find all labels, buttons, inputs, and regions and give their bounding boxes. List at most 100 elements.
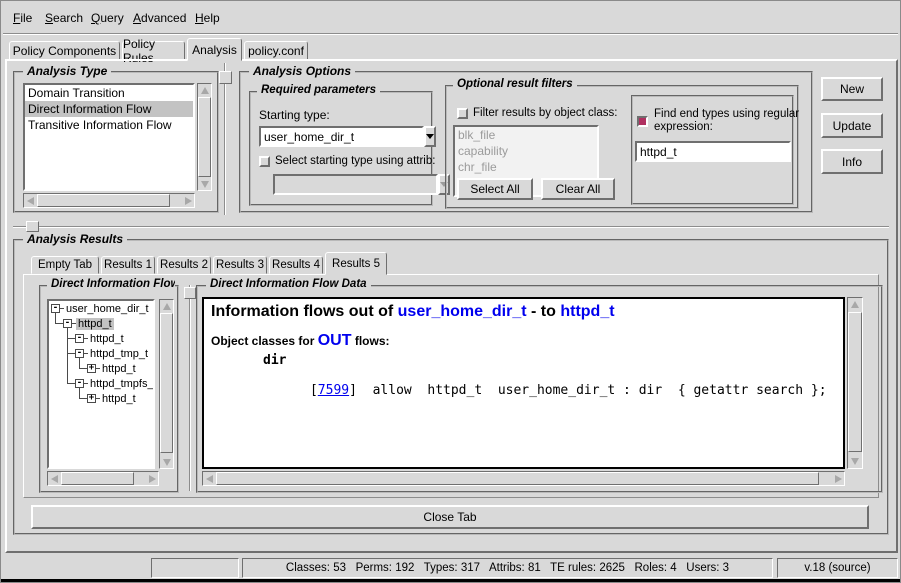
update-button[interactable]: Update (821, 113, 883, 138)
tree-node[interactable]: -httpd_t (67, 331, 126, 346)
scroll-down-icon[interactable] (160, 456, 173, 468)
status-stats: Classes: 53 Perms: 192 Types: 317 Attrib… (242, 558, 773, 578)
optional-filters-legend: Optional result filters (453, 78, 577, 90)
sash-handle[interactable] (26, 221, 39, 232)
tree-expander-icon[interactable]: - (51, 304, 60, 313)
tab-results-2[interactable]: Results 2 (157, 256, 211, 274)
analysis-type-listbox[interactable]: Domain Transition Direct Information Flo… (23, 83, 195, 191)
dropdown-arrow-icon[interactable] (424, 126, 436, 147)
analysis-type-hscrollbar[interactable] (23, 193, 195, 208)
tab-policy-conf[interactable]: policy.conf (244, 41, 308, 60)
checkbox-indicator[interactable] (457, 108, 468, 119)
list-item: capability (455, 143, 597, 159)
clear-all-button[interactable]: Clear All (541, 178, 615, 200)
rule-number-link[interactable]: 7599 (318, 383, 349, 398)
scrollbar-thumb[interactable] (61, 472, 134, 485)
pane-sash[interactable] (224, 63, 226, 215)
analysis-type-legend: Analysis Type (23, 64, 111, 78)
regex-input[interactable] (635, 141, 791, 162)
tree-expander-icon[interactable]: - (63, 319, 72, 328)
sash-handle[interactable] (219, 71, 232, 84)
flow-data-text[interactable]: Information flows out of user_home_dir_t… (202, 297, 845, 469)
tree-node[interactable]: +httpd_t (79, 361, 138, 376)
tree-node[interactable]: -user_home_dir_t (51, 301, 151, 316)
required-parameters-legend: Required parameters (257, 84, 380, 96)
new-button[interactable]: New (821, 77, 883, 101)
attrib-input (273, 174, 438, 195)
scroll-right-icon[interactable] (146, 472, 158, 485)
flow-tree[interactable]: -user_home_dir_t -httpd_t -httpd_t -http… (47, 299, 155, 469)
tree-expander-icon[interactable]: - (75, 349, 84, 358)
tree-expander-icon[interactable]: + (87, 364, 96, 373)
menu-query[interactable]: Query (91, 11, 124, 25)
tab-results-5[interactable]: Results 5 (325, 252, 387, 275)
list-item[interactable]: Domain Transition (25, 85, 193, 101)
scrollbar-thumb[interactable] (198, 97, 211, 177)
starting-type-input[interactable] (259, 126, 424, 147)
tree-vscrollbar[interactable] (159, 299, 174, 469)
sash-handle[interactable] (184, 287, 196, 299)
object-class-label: dir (211, 353, 836, 368)
scrollbar-thumb[interactable] (216, 472, 819, 485)
starting-type-combobox[interactable] (259, 126, 429, 147)
select-all-button[interactable]: Select All (457, 178, 533, 200)
results-sash[interactable] (13, 226, 889, 228)
apol-window: File Search Query Advanced Help Policy C… (0, 0, 901, 583)
tab-results-1[interactable]: Results 1 (101, 256, 155, 274)
tree-node[interactable]: +httpd_t (79, 391, 138, 406)
attrib-combobox-disabled (273, 174, 425, 195)
tree-expander-icon[interactable]: + (87, 394, 96, 403)
attrib-checkbox-label: Select starting type using attrib: (275, 155, 435, 167)
scroll-down-icon[interactable] (198, 178, 211, 190)
regex-checkbox[interactable]: Find end types using regular expression: (637, 108, 799, 134)
list-item[interactable]: Transitive Information Flow (25, 117, 193, 133)
tree-node[interactable]: -httpd_tmpfs_t (67, 376, 155, 391)
scrollbar-thumb[interactable] (848, 312, 862, 452)
tab-results-3[interactable]: Results 3 (213, 256, 267, 274)
tab-results-4[interactable]: Results 4 (269, 256, 323, 274)
menu-search[interactable]: Search (45, 11, 83, 25)
checkbox-indicator-checked[interactable] (637, 116, 648, 127)
scroll-left-icon[interactable] (24, 194, 36, 207)
menu-advanced[interactable]: Advanced (133, 11, 186, 25)
tree-node[interactable]: -httpd_t (55, 316, 114, 331)
menu-file[interactable]: File (13, 11, 32, 25)
flow-tree-legend: Direct Information Flow T (47, 278, 175, 290)
starting-type-label: Starting type: (259, 108, 330, 122)
flow-data-legend: Direct Information Flow Data (206, 278, 371, 290)
info-button[interactable]: Info (821, 149, 883, 174)
tree-expander-icon[interactable]: - (75, 379, 84, 388)
scroll-down-icon[interactable] (848, 455, 862, 468)
checkbox-indicator[interactable] (259, 156, 270, 167)
filter-by-class-checkbox[interactable]: Filter results by object class: (457, 107, 617, 119)
data-hscrollbar[interactable] (202, 471, 845, 486)
tab-empty-tab[interactable]: Empty Tab (31, 256, 99, 274)
menu-help[interactable]: Help (195, 11, 220, 25)
tree-node[interactable]: -httpd_tmp_t (67, 346, 150, 361)
analysis-type-vscrollbar[interactable] (197, 83, 212, 191)
window-bottom-edge (1, 579, 901, 583)
list-item: chr_file (455, 159, 597, 175)
scrollbar-thumb[interactable] (37, 194, 170, 207)
tab-policy-rules[interactable]: Policy Rules (122, 41, 185, 60)
analysis-options-legend: Analysis Options (249, 64, 355, 78)
close-tab-button[interactable]: Close Tab (31, 505, 869, 529)
menu-divider (3, 33, 898, 35)
scroll-right-icon[interactable] (832, 472, 844, 485)
tab-analysis[interactable]: Analysis (187, 38, 242, 61)
data-vscrollbar[interactable] (847, 297, 863, 469)
results-subheading: Object classes for OUT flows: (211, 332, 836, 350)
list-item-selected[interactable]: Direct Information Flow (25, 101, 193, 117)
scrollbar-thumb[interactable] (160, 313, 173, 453)
scroll-left-icon[interactable] (48, 472, 60, 485)
scroll-right-icon[interactable] (182, 194, 194, 207)
scroll-up-icon[interactable] (848, 298, 862, 311)
scroll-up-icon[interactable] (198, 84, 211, 96)
results-pane-sash[interactable] (189, 285, 191, 491)
tree-expander-icon[interactable]: - (75, 334, 84, 343)
scroll-up-icon[interactable] (160, 300, 173, 312)
attrib-checkbox[interactable]: Select starting type using attrib: (259, 155, 435, 167)
tab-policy-components[interactable]: Policy Components (9, 41, 120, 60)
scroll-left-icon[interactable] (203, 472, 215, 485)
tree-hscrollbar[interactable] (47, 471, 159, 486)
